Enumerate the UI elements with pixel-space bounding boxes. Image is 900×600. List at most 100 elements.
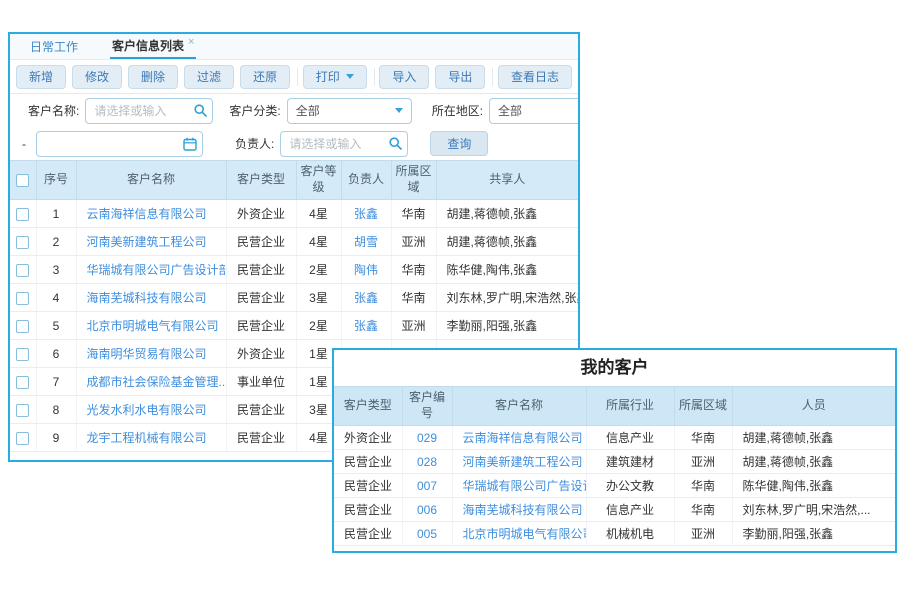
customer-code-link[interactable]: 007 — [402, 474, 452, 498]
customer-type-cell: 事业单位 — [226, 368, 296, 396]
row-checkbox[interactable] — [16, 404, 29, 417]
owner-link[interactable]: 张鑫 — [341, 312, 391, 340]
customer-name-link[interactable]: 海南明华贸易有限公司 — [76, 340, 226, 368]
edit-button[interactable]: 修改 — [72, 65, 122, 89]
my-customers-panel: 我的客户 客户类型 客户编号 客户名称 所属行业 所属区域 人员 外资企业029… — [332, 348, 897, 553]
customer-name-link[interactable]: 华瑞城有限公司广告设计部 — [76, 256, 226, 284]
seq-cell: 7 — [36, 368, 76, 396]
customer-name-link[interactable]: 北京市明城电气有限公司 — [76, 312, 226, 340]
region-input[interactable] — [489, 98, 580, 124]
my-customers-title: 我的客户 — [334, 350, 895, 386]
customer-name-link[interactable]: 光发水利水电有限公司 — [76, 396, 226, 424]
table-row: 民营企业028河南美新建筑工程公司建筑建材亚洲胡建,蒋德帧,张鑫 — [334, 450, 895, 474]
customer-level-cell: 4星 — [296, 228, 341, 256]
header-customer-code: 客户编号 — [402, 387, 452, 426]
customer-level-cell: 3星 — [296, 284, 341, 312]
row-checkbox-cell — [10, 368, 36, 396]
seq-cell: 6 — [36, 340, 76, 368]
people-cell: 陈华健,陶伟,张鑫 — [732, 474, 895, 498]
add-button[interactable]: 新增 — [16, 65, 66, 89]
tab-daily-work-label: 日常工作 — [30, 38, 78, 55]
row-checkbox-cell — [10, 312, 36, 340]
customer-name-link[interactable]: 龙宇工程机械有限公司 — [76, 424, 226, 452]
header-people: 人员 — [732, 387, 895, 426]
customer-code-link[interactable]: 006 — [402, 498, 452, 522]
date-range-separator: - — [22, 137, 26, 151]
row-checkbox[interactable] — [16, 236, 29, 249]
delete-button[interactable]: 删除 — [128, 65, 178, 89]
customer-name-link[interactable]: 云南海祥信息有限公司 — [452, 426, 586, 450]
search-icon[interactable] — [389, 137, 402, 150]
tab-customer-list[interactable]: 客户信息列表 × — [110, 34, 196, 59]
customer-name-link[interactable]: 海南芜城科技有限公司 — [76, 284, 226, 312]
row-checkbox-cell — [10, 284, 36, 312]
table-row: 3华瑞城有限公司广告设计部民营企业2星陶伟华南陈华健,陶伟,张鑫 — [10, 256, 578, 284]
table-row: 民营企业006海南芜城科技有限公司信息产业华南刘东林,罗广明,宋浩然,... — [334, 498, 895, 522]
region-label: 所在地区: — [432, 102, 483, 119]
region-cell: 华南 — [674, 498, 732, 522]
seq-cell: 1 — [36, 200, 76, 228]
customer-code-link[interactable]: 028 — [402, 450, 452, 474]
owner-link[interactable]: 张鑫 — [341, 284, 391, 312]
shared-cell: 陈华健,陶伟,张鑫 — [436, 256, 578, 284]
calendar-icon[interactable] — [183, 137, 197, 151]
industry-cell: 信息产业 — [586, 498, 674, 522]
customer-name-link[interactable]: 北京市明城电气有限公司 — [452, 522, 586, 546]
region-cell: 华南 — [674, 426, 732, 450]
print-button[interactable]: 打印 — [303, 65, 367, 89]
customer-name-label: 客户名称: — [28, 102, 79, 119]
filter-row-2: - 负责人: 查询 — [10, 127, 578, 160]
select-all-header — [10, 161, 36, 200]
customer-name-link[interactable]: 河南美新建筑工程公司 — [76, 228, 226, 256]
region-cell: 华南 — [674, 474, 732, 498]
view-log-button[interactable]: 查看日志 — [498, 65, 572, 89]
select-all-checkbox[interactable] — [16, 174, 29, 187]
row-checkbox-cell — [10, 228, 36, 256]
row-checkbox[interactable] — [16, 208, 29, 221]
row-checkbox[interactable] — [16, 264, 29, 277]
date-input[interactable] — [36, 131, 203, 157]
tab-customer-list-label: 客户信息列表 — [112, 37, 184, 54]
region-cell: 华南 — [391, 284, 436, 312]
customer-name-link[interactable]: 海南芜城科技有限公司 — [452, 498, 586, 522]
header-shared: 共享人 — [436, 161, 578, 200]
header-region: 所属区域 — [674, 387, 732, 426]
row-checkbox[interactable] — [16, 320, 29, 333]
customer-type-cell: 外资企业 — [334, 426, 402, 450]
row-checkbox[interactable] — [16, 348, 29, 361]
filter-button[interactable]: 过滤 — [184, 65, 234, 89]
customer-name-link[interactable]: 成都市社会保险基金管理... — [76, 368, 226, 396]
customer-category-select[interactable]: 全部 — [287, 98, 412, 124]
tab-daily-work[interactable]: 日常工作 — [28, 34, 80, 59]
search-button[interactable]: 查询 — [430, 131, 488, 156]
customer-name-link[interactable]: 华瑞城有限公司广告设计部 — [452, 474, 586, 498]
header-customer-name: 客户名称 — [76, 161, 226, 200]
restore-button[interactable]: 还原 — [240, 65, 290, 89]
customer-name-field-wrap — [85, 98, 213, 124]
customer-name-link[interactable]: 河南美新建筑工程公司 — [452, 450, 586, 474]
import-button[interactable]: 导入 — [379, 65, 429, 89]
row-checkbox[interactable] — [16, 432, 29, 445]
row-checkbox[interactable] — [16, 292, 29, 305]
row-checkbox[interactable] — [16, 376, 29, 389]
export-button[interactable]: 导出 — [435, 65, 485, 89]
customer-name-link[interactable]: 云南海祥信息有限公司 — [76, 200, 226, 228]
toolbar-divider — [297, 68, 298, 86]
header-customer-level: 客户等级 — [296, 161, 341, 200]
search-icon[interactable] — [194, 104, 207, 117]
region-cell: 华南 — [391, 256, 436, 284]
customer-type-cell: 外资企业 — [226, 200, 296, 228]
owner-link[interactable]: 张鑫 — [341, 200, 391, 228]
tab-close-icon[interactable]: × — [188, 36, 194, 48]
owner-link[interactable]: 陶伟 — [341, 256, 391, 284]
row-checkbox-cell — [10, 200, 36, 228]
print-button-label: 打印 — [316, 68, 340, 85]
my-customers-table: 客户类型 客户编号 客户名称 所属行业 所属区域 人员 外资企业029云南海祥信… — [334, 386, 895, 546]
owner-field-wrap — [280, 131, 408, 157]
customer-code-link[interactable]: 005 — [402, 522, 452, 546]
customer-code-link[interactable]: 029 — [402, 426, 452, 450]
customer-type-cell: 民营企业 — [334, 522, 402, 546]
table-row: 民营企业005北京市明城电气有限公司机械机电亚洲李勤丽,阳强,张鑫 — [334, 522, 895, 546]
table-row: 5北京市明城电气有限公司民营企业2星张鑫亚洲李勤丽,阳强,张鑫 — [10, 312, 578, 340]
owner-link[interactable]: 胡雪 — [341, 228, 391, 256]
